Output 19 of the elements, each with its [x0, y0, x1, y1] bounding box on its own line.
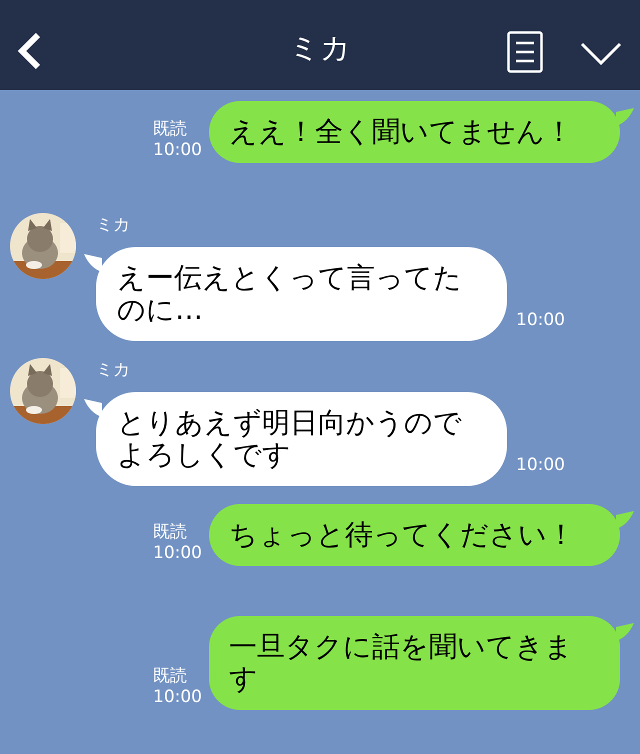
menu-icon[interactable]	[507, 31, 543, 73]
chevron-down-icon[interactable]	[580, 42, 622, 66]
chat-title: ミカ	[289, 30, 351, 68]
timestamp: 10:00	[153, 140, 202, 161]
back-icon[interactable]	[16, 32, 42, 70]
bubble-tail	[616, 623, 636, 643]
read-receipt: 既読	[153, 119, 187, 140]
timestamp: 10:00	[153, 687, 202, 708]
timestamp: 10:00	[516, 310, 565, 331]
sender-name: ミカ	[96, 360, 131, 380]
bubble-tail	[82, 399, 102, 419]
timestamp: 10:00	[516, 455, 565, 476]
bubble-tail	[616, 108, 636, 128]
sender-name: ミカ	[96, 215, 131, 235]
bubble-tail	[82, 254, 102, 274]
read-receipt: 既読	[153, 522, 187, 543]
read-receipt: 既読	[153, 666, 187, 687]
timestamp: 10:00	[153, 543, 202, 564]
bubble-tail	[616, 511, 636, 531]
